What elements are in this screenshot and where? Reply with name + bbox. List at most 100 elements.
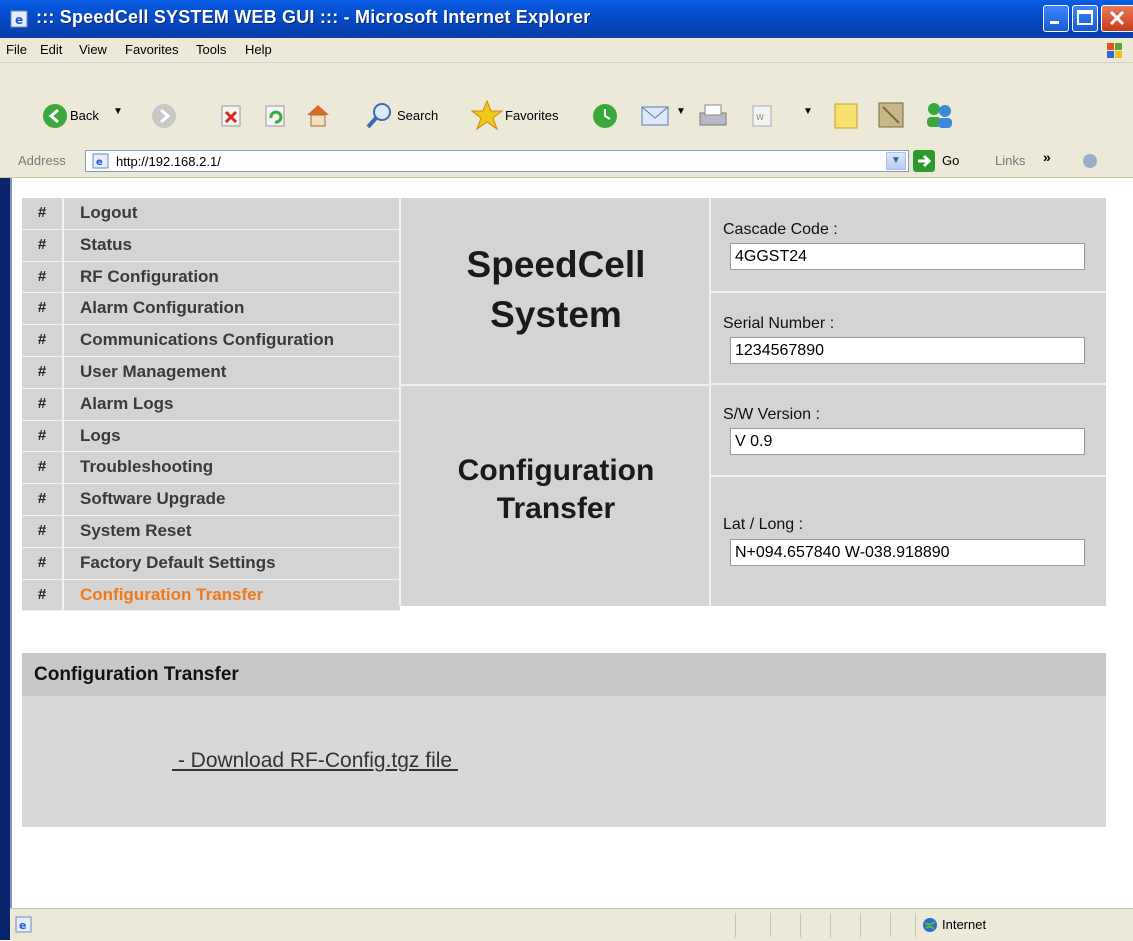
messenger-icon[interactable]: [922, 99, 956, 131]
edit-dropdown-icon[interactable]: ▼: [803, 106, 813, 117]
nav-item-configuration-transfer[interactable]: # Configuration Transfer: [22, 579, 400, 612]
nav-label[interactable]: Status: [64, 229, 400, 261]
nav-label[interactable]: Troubleshooting: [64, 452, 400, 484]
download-config-link[interactable]: - Download RF-Config.tgz file: [172, 749, 458, 773]
section-header: Configuration Transfer: [22, 653, 1106, 696]
favorites-star-icon[interactable]: [470, 99, 504, 131]
nav-bullet: #: [22, 452, 64, 484]
stop-icon[interactable]: [220, 104, 242, 128]
close-button[interactable]: [1101, 5, 1133, 32]
menu-view[interactable]: View: [79, 42, 107, 57]
nav-item-alarm-logs[interactable]: # Alarm Logs: [22, 388, 400, 421]
nav-bullet: #: [22, 579, 64, 611]
nav-item-communications-configuration[interactable]: # Communications Configuration: [22, 325, 400, 357]
status-divider: [860, 913, 861, 937]
page-title-line2: Transfer: [496, 492, 616, 525]
maximize-button[interactable]: [1072, 5, 1098, 32]
nav-item-software-upgrade[interactable]: # Software Upgrade: [22, 484, 400, 516]
serial-number-cell: Serial Number : 1234567890: [711, 293, 1106, 385]
nav-bullet: #: [22, 388, 64, 420]
nav-item-status[interactable]: # Status: [22, 229, 400, 262]
maximize-icon: [1077, 10, 1093, 25]
research-icon[interactable]: [875, 99, 907, 131]
discuss-icon[interactable]: [832, 101, 860, 131]
minimize-icon: [1050, 21, 1059, 24]
nav-label[interactable]: System Reset: [64, 515, 400, 547]
lat-long-field[interactable]: N+094.657840 W-038.918890: [730, 539, 1085, 566]
svg-text:W: W: [756, 113, 764, 122]
addon-icon[interactable]: [1080, 151, 1102, 171]
sw-version-field[interactable]: V 0.9: [730, 428, 1085, 455]
history-icon[interactable]: [590, 101, 620, 131]
address-input[interactable]: e http://192.168.2.1/ ▼: [85, 150, 909, 172]
nav-bullet: #: [22, 515, 64, 547]
nav-item-logout[interactable]: # Logout: [22, 198, 400, 230]
browser-window: e ::: SpeedCell SYSTEM WEB GUI ::: - Mic…: [0, 0, 1133, 941]
nav-label[interactable]: Alarm Configuration: [64, 293, 400, 325]
go-button[interactable]: Go: [942, 153, 959, 168]
close-icon: [1109, 10, 1125, 26]
nav-item-system-reset[interactable]: # System Reset: [22, 515, 400, 548]
search-button[interactable]: Search: [397, 108, 438, 123]
menu-favorites[interactable]: Favorites: [125, 42, 178, 57]
serial-number-field[interactable]: 1234567890: [730, 337, 1085, 364]
nav-bullet: #: [22, 229, 64, 261]
nav-item-user-management[interactable]: # User Management: [22, 356, 400, 389]
mail-dropdown-icon[interactable]: ▼: [676, 106, 686, 117]
menu-bar: File Edit View Favorites Tools Help: [0, 38, 1133, 63]
links-button[interactable]: Links: [995, 153, 1025, 168]
nav-label-active[interactable]: Configuration Transfer: [64, 579, 400, 611]
window-title: ::: SpeedCell SYSTEM WEB GUI ::: - Micro…: [36, 7, 591, 27]
nav-label[interactable]: Logout: [64, 198, 400, 229]
serial-number-label: Serial Number :: [723, 315, 835, 332]
nav-item-alarm-configuration[interactable]: # Alarm Configuration: [22, 293, 400, 326]
print-icon[interactable]: [696, 101, 730, 131]
nav-label[interactable]: RF Configuration: [64, 261, 400, 293]
menu-tools[interactable]: Tools: [196, 42, 226, 57]
refresh-icon[interactable]: [264, 104, 286, 128]
status-divider: [770, 913, 771, 937]
back-dropdown-icon[interactable]: ▼: [113, 106, 123, 117]
cascade-code-cell: Cascade Code : 4GGST24: [711, 198, 1106, 293]
nav-item-logs[interactable]: # Logs: [22, 420, 400, 453]
status-divider: [890, 913, 891, 937]
nav-bullet: #: [22, 261, 64, 293]
toolbar: Back ▼ Search Favorites ▼ W ▼: [0, 63, 1133, 147]
nav-label[interactable]: Factory Default Settings: [64, 547, 400, 579]
minimize-button[interactable]: [1043, 5, 1069, 32]
windows-logo-icon: [1097, 40, 1131, 62]
system-info-panel: Cascade Code : 4GGST24 Serial Number : 1…: [711, 198, 1106, 606]
lat-long-label: Lat / Long :: [723, 516, 804, 533]
nav-label[interactable]: Software Upgrade: [64, 484, 400, 515]
cascade-code-field[interactable]: 4GGST24: [730, 243, 1085, 270]
nav-label[interactable]: Alarm Logs: [64, 388, 400, 420]
nav-item-factory-default-settings[interactable]: # Factory Default Settings: [22, 547, 400, 580]
nav-bullet: #: [22, 293, 64, 325]
search-icon[interactable]: [364, 101, 394, 131]
menu-edit[interactable]: Edit: [40, 42, 62, 57]
go-arrow-icon[interactable]: [913, 150, 935, 172]
menu-help[interactable]: Help: [245, 42, 272, 57]
nav-label[interactable]: Logs: [64, 420, 400, 452]
back-button[interactable]: Back: [70, 108, 99, 123]
nav-label[interactable]: User Management: [64, 356, 400, 388]
svg-text:e: e: [15, 13, 23, 27]
menu-file[interactable]: File: [6, 42, 27, 57]
address-dropdown-icon[interactable]: ▼: [886, 152, 906, 170]
mail-icon[interactable]: [640, 103, 672, 129]
svg-text:e: e: [96, 157, 103, 168]
nav-item-rf-configuration[interactable]: # RF Configuration: [22, 261, 400, 294]
links-chevron-icon[interactable]: »: [1043, 149, 1051, 165]
nav-item-troubleshooting[interactable]: # Troubleshooting: [22, 452, 400, 485]
nav-label[interactable]: Communications Configuration: [64, 325, 400, 356]
forward-arrow-icon[interactable]: [151, 103, 177, 129]
nav-bullet: #: [22, 420, 64, 452]
favorites-button[interactable]: Favorites: [505, 108, 558, 123]
product-name-line1: SpeedCell: [466, 244, 646, 285]
status-divider: [915, 913, 916, 937]
back-arrow-icon[interactable]: [42, 103, 68, 129]
sw-version-label: S/W Version :: [723, 406, 820, 423]
home-icon[interactable]: [304, 101, 332, 129]
edit-icon[interactable]: W: [750, 103, 774, 129]
svg-text:e: e: [19, 919, 26, 932]
